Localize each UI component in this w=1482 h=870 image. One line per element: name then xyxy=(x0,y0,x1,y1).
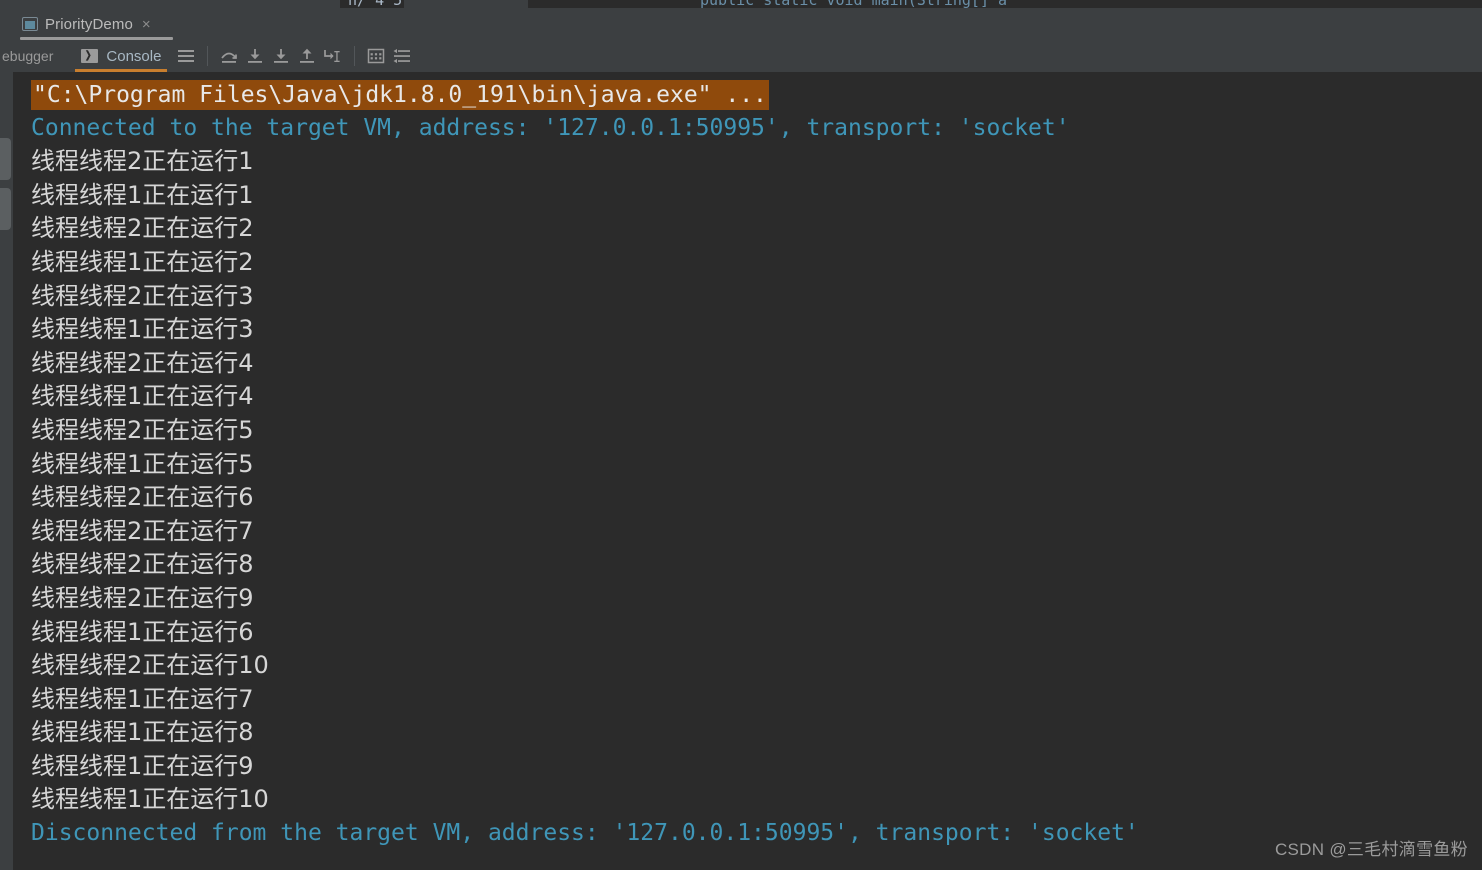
close-icon[interactable]: × xyxy=(140,17,153,32)
tab-prioritydemo[interactable]: PriorityDemo × xyxy=(14,8,173,40)
console-line: 线程线程2正在运行2 xyxy=(31,214,254,243)
toolbar-divider-1 xyxy=(207,46,209,66)
console-line: 线程线程2正在运行8 xyxy=(31,550,254,579)
tab-console[interactable]: Console xyxy=(75,40,168,72)
evaluate-expression-icon[interactable] xyxy=(363,43,389,69)
console-line: 线程线程2正在运行5 xyxy=(31,415,254,444)
editor-sliver-ghost-right: public static void main(String[] a xyxy=(700,0,1007,8)
step-into-icon[interactable] xyxy=(242,43,268,69)
console-tab-label: Console xyxy=(106,47,162,65)
console-line: 线程线程2正在运行9 xyxy=(31,583,254,612)
console-left-rail xyxy=(0,72,13,870)
step-over-icon[interactable] xyxy=(216,43,242,69)
console-line: 线程线程2正在运行10 xyxy=(31,651,269,680)
console-line: 线程线程1正在运行5 xyxy=(31,449,254,478)
soft-wrap-icon[interactable] xyxy=(389,43,415,69)
console-line: Connected to the target VM, address: '12… xyxy=(31,114,1070,141)
tab-strip: PriorityDemo × xyxy=(0,8,1482,40)
editor-sliver: n/ 4 5 public static void main(String[] … xyxy=(0,0,1482,8)
editor-sliver-ghost-left: n/ 4 5 xyxy=(348,0,402,8)
console-line: 线程线程1正在运行7 xyxy=(31,684,254,713)
console-command-highlight: "C:\Program Files\Java\jdk1.8.0_191\bin\… xyxy=(31,80,769,110)
console-line: 线程线程1正在运行10 xyxy=(31,785,269,814)
console-line: 线程线程2正在运行6 xyxy=(31,483,254,512)
rail-thumb-1[interactable] xyxy=(0,138,11,180)
console-line: 线程线程2正在运行1 xyxy=(31,147,254,176)
console-line: "C:\Program Files\Java\jdk1.8.0_191\bin\… xyxy=(13,78,1482,112)
debugger-tab-label[interactable]: ebugger xyxy=(0,48,53,64)
console-line: 线程线程2正在运行7 xyxy=(31,516,254,545)
debugger-toolbar: ebugger Console xyxy=(0,40,1482,72)
console-line: 线程线程2正在运行4 xyxy=(31,348,254,377)
watermark: CSDN @三毛村滴雪鱼粉 xyxy=(1274,840,1468,859)
toolbar-divider-2 xyxy=(354,46,356,66)
console-line: 线程线程1正在运行8 xyxy=(31,718,254,747)
console-line: 线程线程1正在运行9 xyxy=(31,751,254,780)
console-line: 线程线程1正在运行2 xyxy=(31,247,254,276)
console-line: 线程线程2正在运行3 xyxy=(31,281,254,310)
console-line: 线程线程1正在运行3 xyxy=(31,315,254,344)
console-output-panel[interactable]: "C:\Program Files\Java\jdk1.8.0_191\bin\… xyxy=(0,72,1482,870)
console-icon xyxy=(81,49,99,63)
console-line: Disconnected from the target VM, address… xyxy=(31,820,1139,847)
ide-debug-window: n/ 4 5 public static void main(String[] … xyxy=(0,0,1482,870)
menu-icon[interactable] xyxy=(173,43,199,69)
console-line: 线程线程1正在运行6 xyxy=(31,617,254,646)
force-step-into-icon[interactable] xyxy=(268,43,294,69)
step-out-icon[interactable] xyxy=(294,43,320,69)
console-line: 线程线程1正在运行4 xyxy=(31,382,254,411)
console-line: 线程线程1正在运行1 xyxy=(31,180,254,209)
console-line-list: "C:\Program Files\Java\jdk1.8.0_191\bin\… xyxy=(13,72,1482,870)
run-to-cursor-icon[interactable] xyxy=(320,43,346,69)
rail-thumb-2[interactable] xyxy=(0,188,11,230)
window-icon xyxy=(22,17,38,31)
tab-label: PriorityDemo xyxy=(45,15,133,33)
